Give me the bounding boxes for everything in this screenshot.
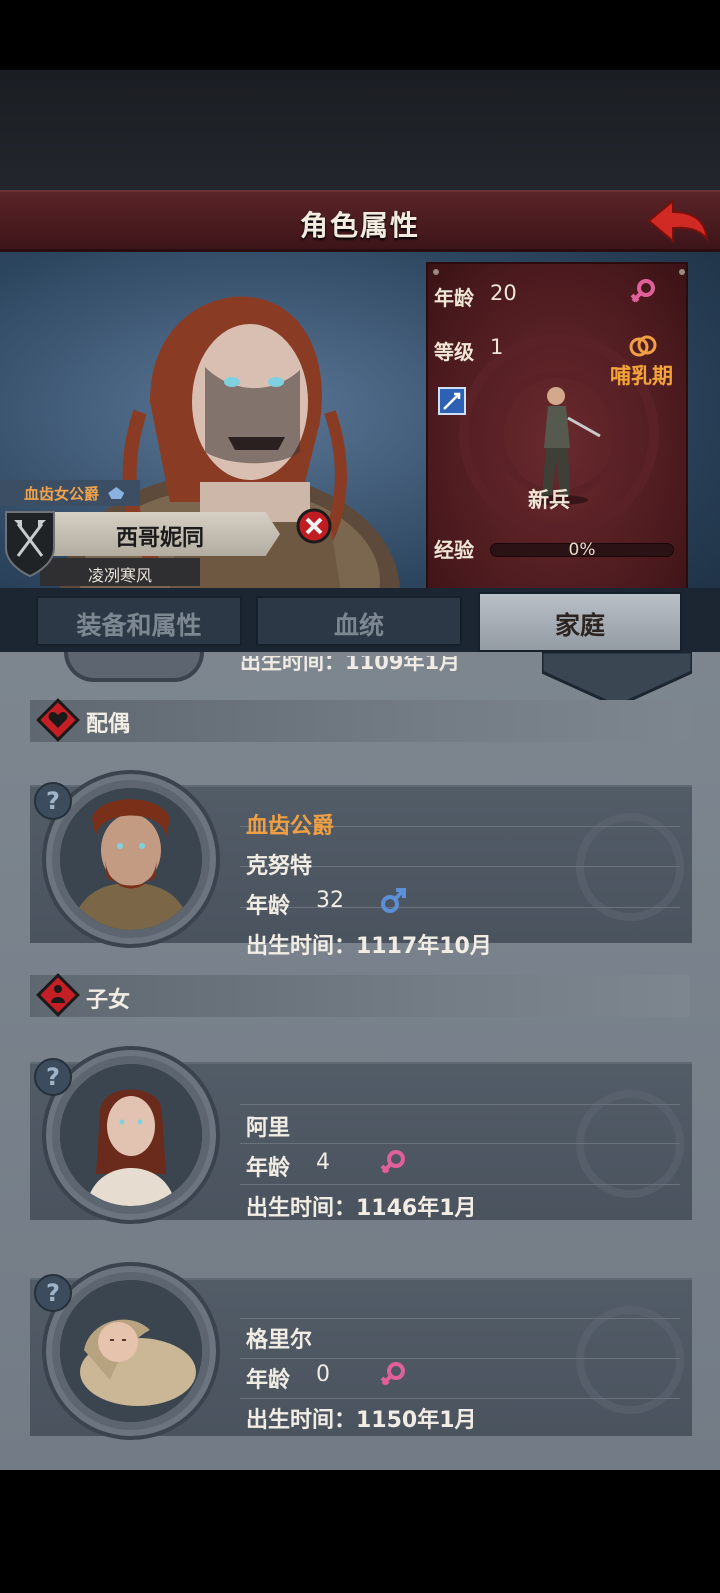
child-age-label: 年龄: [246, 1156, 291, 1181]
spouse-name: 克努特: [246, 854, 313, 879]
spouse-avatar: [60, 788, 202, 930]
close-icon[interactable]: [296, 508, 332, 544]
divider: [240, 1318, 680, 1319]
male-icon: [381, 888, 406, 913]
bottom-bar: [0, 1470, 720, 1593]
tab-family[interactable]: 家庭: [478, 592, 682, 652]
level-label: 等级: [434, 340, 474, 364]
character-subtitle-banner: 凌冽寒风: [40, 558, 200, 586]
child-age-label: 年龄: [246, 1368, 291, 1393]
spouse-title: 血齿公爵: [246, 814, 335, 839]
age-label: 年龄: [434, 286, 474, 310]
weapon-slot-icon[interactable]: [438, 387, 466, 415]
character-name-banner: 西哥妮同: [40, 512, 280, 556]
page-title: 角色属性: [299, 209, 420, 242]
help-icon[interactable]: ?: [34, 1058, 72, 1096]
character-title: 血齿女公爵: [24, 485, 100, 503]
exp-bar: 0%: [490, 540, 674, 560]
child-name: 格里尔: [246, 1328, 313, 1353]
crown-icon: [108, 487, 125, 499]
level-value: 1: [490, 335, 504, 359]
divider: [240, 907, 680, 908]
female-icon: [380, 1362, 405, 1386]
spouse-age-label: 年龄: [246, 894, 291, 919]
divider: [240, 1184, 680, 1185]
status-bar: [0, 0, 720, 70]
divider: [240, 1358, 680, 1359]
help-icon[interactable]: ?: [34, 782, 72, 820]
spouse-section-title: 配偶: [86, 712, 131, 737]
child-birth: 出生时间：1150年1月: [246, 1408, 477, 1433]
spouse-birth: 出生时间：1117年10月: [246, 934, 492, 959]
child-name: 阿里: [246, 1116, 291, 1141]
status-text: 哺乳期: [610, 364, 673, 388]
children-section-title: 子女: [86, 988, 131, 1013]
divider: [240, 1143, 680, 1144]
child-avatar: [60, 1280, 202, 1422]
character-name: 西哥妮同: [115, 526, 204, 551]
age-value: 20: [490, 281, 517, 305]
tab-equipment[interactable]: 装备和属性: [36, 596, 242, 646]
female-icon: [380, 1150, 405, 1174]
exp-label: 经验: [434, 538, 474, 562]
heart-icon: [36, 698, 80, 742]
header-band: [0, 70, 720, 192]
divider: [240, 1398, 680, 1399]
crossed-axes-shield-icon: [5, 511, 55, 578]
child-icon: [36, 973, 80, 1017]
divider: [240, 1104, 680, 1105]
help-icon[interactable]: ?: [34, 1274, 72, 1312]
tab-bloodline[interactable]: 血统: [256, 596, 462, 646]
title-bar: 角色属性: [0, 190, 720, 252]
parent-avatar-partial: [64, 652, 204, 682]
child-age: 0: [316, 1362, 330, 1387]
female-icon: [630, 279, 655, 303]
child-birth: 出生时间：1146年1月: [246, 1196, 477, 1221]
character-title-tag: 血齿女公爵: [0, 480, 140, 506]
child-avatar: [60, 1064, 202, 1206]
character-subtitle: 凌冽寒风: [87, 566, 152, 585]
rings-icon: [629, 335, 657, 357]
spouse-age: 32: [316, 888, 344, 913]
rank-label: 新兵: [528, 488, 570, 512]
child-age: 4: [316, 1150, 330, 1175]
exp-percent: 0%: [568, 540, 596, 560]
back-arrow-icon[interactable]: [645, 197, 711, 245]
